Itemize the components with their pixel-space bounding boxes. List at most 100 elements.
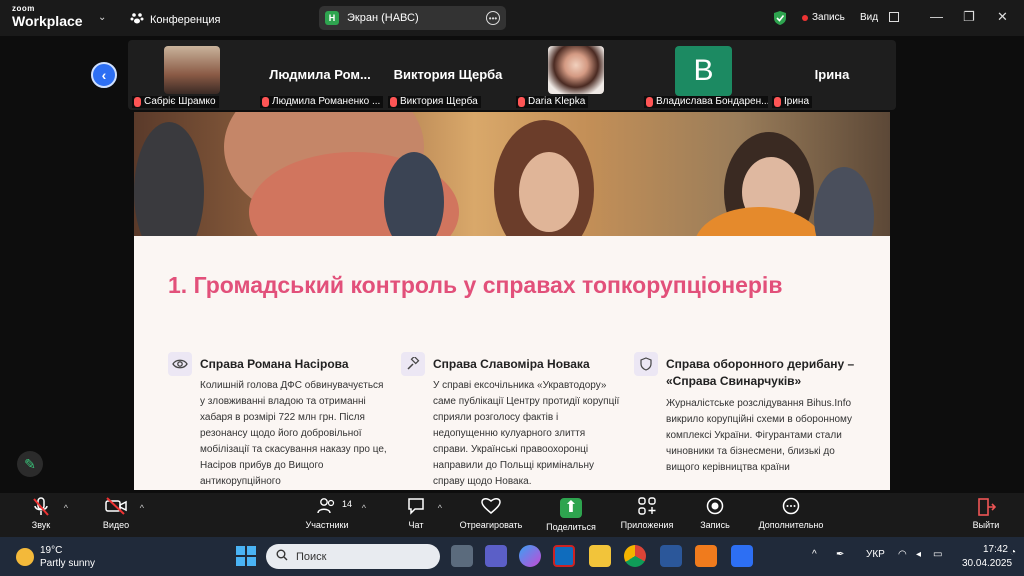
participant-tile[interactable]: B Владислава Бондарен... (640, 40, 768, 110)
meeting-toolbar: Звук ^ Видео ^ 14 Участники ^ Чат ^ Отре… (0, 493, 1024, 537)
participant-tile[interactable]: Daria Klepka (512, 40, 640, 110)
chevron-up-icon[interactable]: ^ (140, 503, 144, 513)
restore-icon[interactable]: ❐ (963, 9, 975, 25)
brand-small: zoom (12, 4, 35, 13)
chevron-up-icon[interactable]: ^ (362, 503, 366, 513)
file-explorer-icon[interactable] (589, 545, 611, 567)
participant-tile[interactable]: Сабріє Шрамко (128, 40, 256, 110)
chrome-icon[interactable] (624, 545, 646, 567)
chevron-up-icon[interactable]: ^ (64, 503, 68, 513)
participants-button[interactable]: 14 Участники ^ (302, 497, 366, 530)
conference-label: Конференция (150, 13, 221, 26)
screen-label: Экран (НАВС) (347, 12, 419, 24)
windows-start-icon[interactable] (236, 546, 256, 566)
video-button[interactable]: Видео ^ (102, 497, 144, 530)
strip-back-button[interactable]: ‹ (91, 62, 117, 88)
outlook-icon[interactable] (553, 545, 575, 567)
chat-label: Чат (408, 520, 424, 530)
participant-name: Людмила Ром... (269, 67, 371, 82)
apps-label: Приложения (620, 520, 674, 530)
leave-label: Выйти (972, 520, 1000, 530)
audio-button[interactable]: Звук ^ (28, 497, 68, 530)
chat-icon (405, 497, 427, 517)
word-icon[interactable] (660, 545, 682, 567)
more-icon (780, 497, 802, 517)
react-button[interactable]: Отреагировать (456, 497, 526, 530)
search-icon (276, 549, 288, 564)
more-button[interactable]: Дополнительно (752, 497, 830, 530)
zoom-logo[interactable]: zoom Workplace (12, 4, 83, 29)
share-screen-icon: ⬆ (560, 498, 582, 518)
app-icon[interactable] (695, 545, 717, 567)
windows-taskbar: 19°C Partly sunny Поиск ^ ✒ УКР ◠ ◂ ▭ 17… (0, 537, 1024, 576)
gavel-icon (401, 352, 425, 376)
participant-strip: Сабріє Шрамко Людмила Ром... Людмила Ром… (128, 40, 896, 110)
more-icon[interactable]: ••• (486, 11, 500, 25)
paw-icon (130, 11, 144, 28)
taskbar-clock[interactable]: 17:42 30.04.2025 (962, 543, 1012, 571)
chat-button[interactable]: Чат ^ (404, 497, 442, 530)
view-label: Вид (860, 12, 879, 23)
host-badge: H (325, 11, 339, 25)
chevron-up-icon[interactable]: ^ (812, 549, 817, 560)
taskbar-search[interactable]: Поиск (266, 544, 440, 569)
video-label: Видео (102, 520, 130, 530)
camera-off-icon (105, 497, 127, 517)
weather-temp: 19°C (40, 545, 63, 556)
clock-time: 17:42 (982, 544, 1008, 555)
zoom-window: zoom Workplace ⌄ Конференция H Экран (НА… (0, 0, 1024, 576)
grid-icon (888, 12, 899, 23)
shared-screen-slide: 1. Громадський контроль у справах топкор… (134, 112, 890, 490)
participants-label: Участники (305, 520, 349, 530)
case-heading: Справа Славоміра Новака (433, 357, 590, 371)
recording-indicator[interactable]: Запись (802, 12, 845, 23)
participant-label: Людмила Романенко ... (260, 96, 384, 108)
minimize-icon[interactable]: — (930, 9, 943, 24)
pen-icon[interactable]: ✒ (836, 549, 844, 560)
share-button[interactable]: ⬆ Поделиться (543, 497, 599, 532)
close-icon[interactable]: ✕ (997, 9, 1008, 25)
wifi-icon[interactable]: ◠ (898, 549, 907, 560)
title-bar: zoom Workplace ⌄ Конференция H Экран (НА… (0, 0, 1024, 36)
zoom-taskbar-icon[interactable] (731, 545, 753, 567)
copilot-icon[interactable] (519, 545, 541, 567)
annotate-pencil-icon[interactable]: ✎ (17, 451, 43, 477)
sun-icon (16, 548, 34, 566)
participant-tile[interactable]: Ірина Ірина (768, 40, 896, 110)
battery-icon[interactable]: ▭ (933, 549, 942, 560)
record-dot-icon (802, 14, 808, 21)
participant-photo (548, 46, 604, 94)
language-indicator[interactable]: УКР (866, 549, 885, 560)
record-button[interactable]: Запись (698, 497, 732, 530)
volume-icon[interactable]: ◂ (916, 549, 921, 560)
participant-label: Владислава Бондарен... (644, 96, 768, 108)
search-placeholder: Поиск (296, 550, 327, 563)
weather-desc: Partly sunny (40, 558, 96, 569)
weather-widget[interactable]: 19°C Partly sunny (16, 544, 95, 570)
case-body: Журналістське розслідування Bihus.Info в… (666, 398, 853, 473)
notification-icon[interactable]: ◔ (1010, 547, 1016, 558)
record-button-label: Запись (700, 520, 730, 530)
slide-header-photo (134, 112, 890, 236)
teams-icon[interactable] (485, 545, 507, 567)
security-shield-icon[interactable] (773, 10, 787, 31)
participant-tile[interactable]: Виктория Щерба Виктория Щерба (384, 40, 512, 110)
slide-title: 1. Громадський контроль у справах топкор… (168, 272, 783, 298)
participant-name: Виктория Щерба (393, 67, 503, 82)
react-label: Отреагировать (459, 520, 523, 530)
participant-tile[interactable]: Людмила Ром... Людмила Романенко ... (256, 40, 384, 110)
participant-name: Ірина (814, 67, 850, 82)
chevron-down-icon[interactable]: ⌄ (98, 12, 106, 23)
share-label: Поделиться (546, 522, 596, 532)
brand-big: Workplace (12, 13, 83, 29)
leave-button[interactable]: Выйти (970, 497, 1002, 530)
participants-count: 14 (342, 499, 353, 509)
task-view-icon[interactable] (451, 545, 473, 567)
participant-label: Ірина (772, 96, 813, 108)
apps-button[interactable]: Приложения (616, 497, 678, 530)
screen-share-pill[interactable]: H Экран (НАВС) ••• (319, 6, 506, 30)
conference-menu[interactable]: Конференция (130, 11, 220, 28)
participant-label: Виктория Щерба (388, 96, 481, 108)
chevron-up-icon[interactable]: ^ (438, 503, 442, 513)
view-menu[interactable]: Вид (860, 12, 899, 23)
